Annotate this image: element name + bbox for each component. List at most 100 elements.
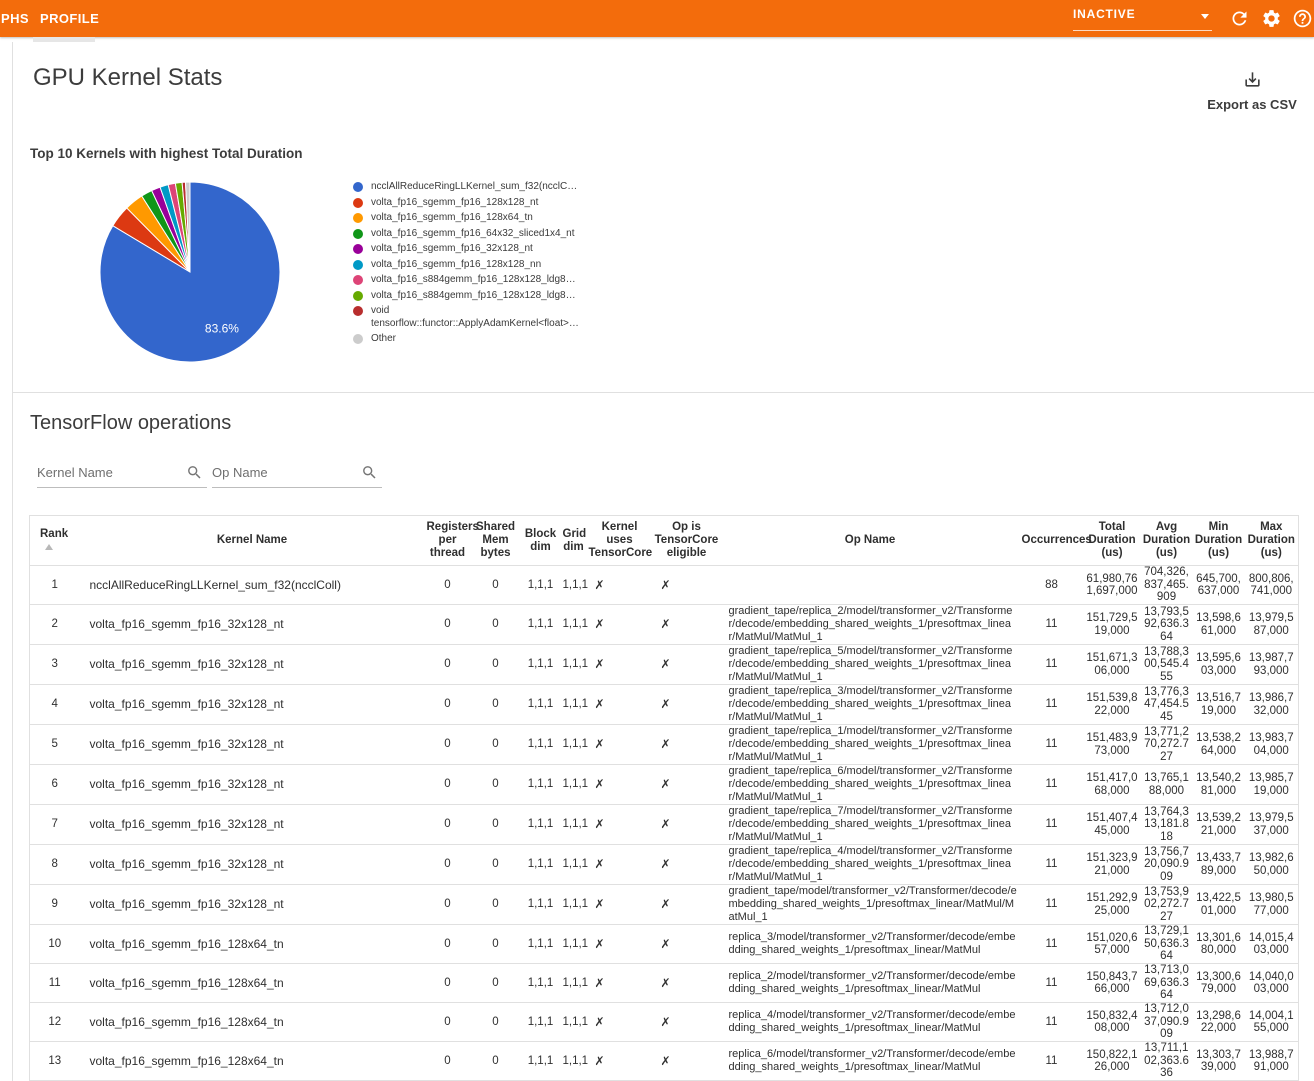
table-cell: 13,298,622,000 <box>1193 1003 1245 1042</box>
table-cell: 11 <box>1020 925 1084 964</box>
table-row: 13volta_fp16_sgemm_fp16_128x64_tn001,1,1… <box>30 1042 1299 1081</box>
legend-color-dot <box>353 213 363 223</box>
tab-graphs[interactable]: PHS <box>1 11 29 26</box>
top-kernels-pie-chart[interactable]: 83.6% <box>95 177 285 367</box>
legend-item: volta_fp16_s884gemm_fp16_128x128_ldg8… <box>353 290 556 303</box>
column-header-grid-dim[interactable]: Grid dim <box>561 516 587 566</box>
table-cell: 13,539,221,000 <box>1193 805 1245 845</box>
table-cell: 11 <box>1020 885 1084 925</box>
table-cell: ✗ <box>587 805 653 845</box>
column-header-total-duration-us[interactable]: Total Duration (us) <box>1084 516 1141 566</box>
table-cell: 13,986,732,000 <box>1245 685 1299 725</box>
table-cell: 1,1,1 <box>521 845 561 885</box>
sort-asc-icon <box>45 544 53 550</box>
table-cell: ✗ <box>653 566 721 605</box>
table-cell: 11 <box>1020 1042 1084 1081</box>
column-header-registers-per-thread[interactable]: Registers per thread <box>425 516 471 566</box>
run-selector-dropdown[interactable]: INACTIVE <box>1073 7 1212 31</box>
column-header-shared-mem-bytes[interactable]: Shared Mem bytes <box>471 516 521 566</box>
help-icon[interactable] <box>1292 8 1313 29</box>
column-header-min-duration-us[interactable]: Min Duration (us) <box>1193 516 1245 566</box>
table-cell: 13,422,501,000 <box>1193 885 1245 925</box>
export-csv-label: Export as CSV <box>1204 97 1300 112</box>
chevron-down-icon <box>1201 14 1209 23</box>
table-cell: 0 <box>425 566 471 605</box>
table-cell: 11 <box>1020 685 1084 725</box>
table-cell: volta_fp16_sgemm_fp16_32x128_nt <box>80 765 425 805</box>
legend-color-dot <box>353 229 363 239</box>
table-cell: 11 <box>1020 845 1084 885</box>
table-cell: 2 <box>30 605 80 645</box>
table-cell: volta_fp16_sgemm_fp16_32x128_nt <box>80 685 425 725</box>
table-cell: 11 <box>1020 1003 1084 1042</box>
table-cell: ✗ <box>653 765 721 805</box>
table-cell: volta_fp16_sgemm_fp16_32x128_nt <box>80 885 425 925</box>
table-cell: replica_3/model/transformer_v2/Transform… <box>721 925 1020 964</box>
table-cell: gradient_tape/replica_6/model/transforme… <box>721 765 1020 805</box>
table-cell: 0 <box>425 605 471 645</box>
table-cell: 13,433,789,000 <box>1193 845 1245 885</box>
table-cell <box>721 566 1020 605</box>
table-row: 1ncclAllReduceRingLLKernel_sum_f32(ncclC… <box>30 566 1299 605</box>
table-cell: 1,1,1 <box>561 845 587 885</box>
table-cell: 1,1,1 <box>521 725 561 765</box>
refresh-icon[interactable] <box>1229 8 1250 29</box>
table-cell: 151,483,973,000 <box>1084 725 1141 765</box>
table-cell: gradient_tape/replica_7/model/transforme… <box>721 805 1020 845</box>
main-content: GPU Kernel Stats Export as CSV Top 10 Ke… <box>12 42 1314 1081</box>
table-row: 5volta_fp16_sgemm_fp16_32x128_nt001,1,11… <box>30 725 1299 765</box>
table-cell: volta_fp16_sgemm_fp16_32x128_nt <box>80 845 425 885</box>
table-cell: ✗ <box>653 605 721 645</box>
table-cell: volta_fp16_sgemm_fp16_32x128_nt <box>80 645 425 685</box>
table-cell: volta_fp16_sgemm_fp16_128x64_tn <box>80 925 425 964</box>
op-name-input[interactable] <box>212 462 382 488</box>
legend-label: volta_fp16_sgemm_fp16_64x32_sliced1x4_nt <box>371 228 556 241</box>
legend-item: volta_fp16_sgemm_fp16_128x128_nt <box>353 197 556 210</box>
table-cell: ✗ <box>653 925 721 964</box>
column-header-op-name[interactable]: Op Name <box>721 516 1020 566</box>
tab-profile[interactable]: PROFILE <box>40 11 99 26</box>
table-cell: 11 <box>1020 805 1084 845</box>
table-row: 6volta_fp16_sgemm_fp16_32x128_nt001,1,11… <box>30 765 1299 805</box>
column-header-rank[interactable]: Rank <box>30 516 80 566</box>
table-cell: 13,595,603,000 <box>1193 645 1245 685</box>
table-cell: 13,301,680,000 <box>1193 925 1245 964</box>
column-header-kernel-uses-tensorcore[interactable]: Kernel uses TensorCore <box>587 516 653 566</box>
kernel-name-input[interactable] <box>37 462 207 488</box>
table-cell: gradient_tape/replica_4/model/transforme… <box>721 845 1020 885</box>
table-cell: 1,1,1 <box>561 765 587 805</box>
export-csv-button[interactable]: Export as CSV <box>1204 70 1300 112</box>
table-cell: 13,985,719,000 <box>1245 765 1299 805</box>
table-row: 4volta_fp16_sgemm_fp16_32x128_nt001,1,11… <box>30 685 1299 725</box>
table-cell: ✗ <box>653 645 721 685</box>
table-cell: 151,729,519,000 <box>1084 605 1141 645</box>
legend-color-dot <box>353 182 363 192</box>
column-header-avg-duration-us[interactable]: Avg Duration (us) <box>1141 516 1193 566</box>
table-cell: 1,1,1 <box>561 1042 587 1081</box>
table-cell: 0 <box>425 685 471 725</box>
column-header-op-is-tensorcore-eligible[interactable]: Op is TensorCore eligible <box>653 516 721 566</box>
column-header-block-dim[interactable]: Block dim <box>521 516 561 566</box>
column-header-kernel-name[interactable]: Kernel Name <box>80 516 425 566</box>
table-cell: 88 <box>1020 566 1084 605</box>
table-cell: 0 <box>425 964 471 1003</box>
table-row: 12volta_fp16_sgemm_fp16_128x64_tn001,1,1… <box>30 1003 1299 1042</box>
table-cell: 10 <box>30 925 80 964</box>
table-cell: 13,771,270,272.727 <box>1141 725 1193 765</box>
kernel-stats-table: RankKernel NameRegisters per threadShare… <box>29 515 1299 1081</box>
table-cell: 151,407,445,000 <box>1084 805 1141 845</box>
table-cell: 11 <box>1020 964 1084 1003</box>
column-header-max-duration-us[interactable]: Max Duration (us) <box>1245 516 1299 566</box>
table-cell: 13,987,793,000 <box>1245 645 1299 685</box>
table-cell: 12 <box>30 1003 80 1042</box>
table-cell: 1,1,1 <box>521 645 561 685</box>
table-cell: 14,015,403,000 <box>1245 925 1299 964</box>
download-icon <box>1243 70 1262 89</box>
column-header-occurrences[interactable]: Occurrences <box>1020 516 1084 566</box>
gear-icon[interactable] <box>1261 8 1282 29</box>
table-cell: 1,1,1 <box>561 566 587 605</box>
table-row: 3volta_fp16_sgemm_fp16_32x128_nt001,1,11… <box>30 645 1299 685</box>
table-cell: 1,1,1 <box>521 805 561 845</box>
legend-label: volta_fp16_s884gemm_fp16_128x128_ldg8… <box>371 290 556 303</box>
table-cell: ✗ <box>587 685 653 725</box>
